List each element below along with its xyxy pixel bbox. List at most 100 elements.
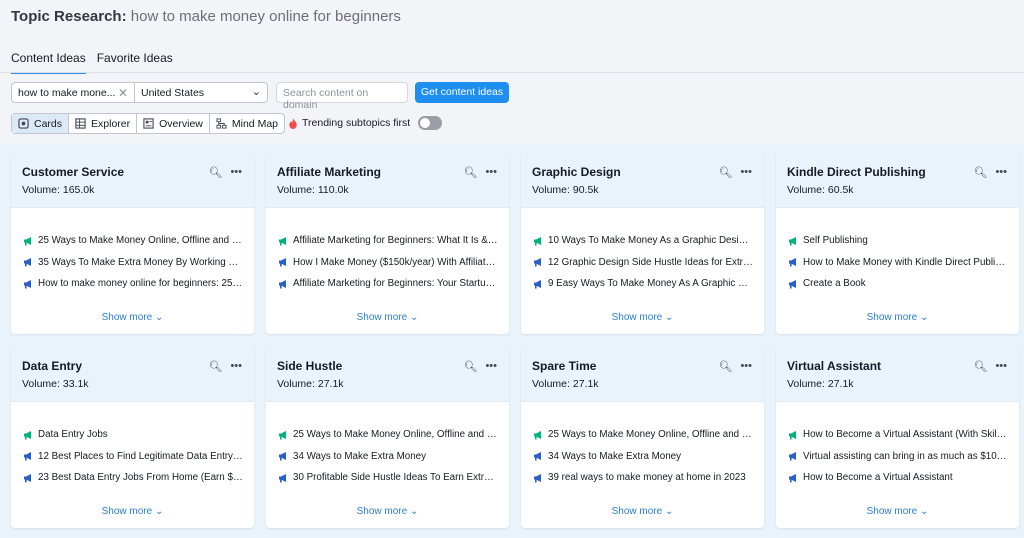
more-icon[interactable]: ••• [230,166,242,179]
list-item[interactable]: Self Publishing [788,230,1008,252]
more-icon[interactable]: ••• [740,360,752,373]
tab-favorite-ideas[interactable]: Favorite Ideas [97,51,173,74]
view-overview-button[interactable]: Overview [137,114,210,133]
view-mind-map-button[interactable]: Mind Map [210,114,284,133]
megaphone-icon [279,236,286,246]
search-icon[interactable]: 🔍︎ [718,166,732,179]
list-item[interactable]: 12 Graphic Design Side Hustle Ideas for … [533,252,753,274]
domain-search-input[interactable]: Search content on domain [276,82,408,111]
list-item[interactable]: How I Make Money ($150k/year) With Affil… [278,252,498,274]
list-item[interactable]: 39 real ways to make money at home in 20… [533,467,753,489]
megaphone-icon [789,452,796,461]
list-item[interactable]: How to Become a Virtual Assistant (With … [788,424,1008,446]
view-explorer-button[interactable]: Explorer [69,114,138,133]
show-more-label: Show more [866,312,918,323]
card-header: Side Hustle Volume: 27.1k 🔍︎ ••• [266,346,509,402]
search-icon[interactable]: 🔍︎ [208,166,222,179]
show-more-link[interactable]: Show more ⌄ [266,312,509,323]
card-volume: Volume: 110.0k [277,184,349,196]
chevron-down-icon: ⌄ [409,506,419,517]
show-more-label: Show more [611,506,663,517]
table-icon [75,118,86,129]
chevron-down-icon: ⌄ [919,312,929,323]
more-icon[interactable]: ••• [995,360,1007,373]
search-icon[interactable]: 🔍︎ [718,360,732,373]
list-item[interactable]: 34 Ways to Make Extra Money [533,446,753,468]
more-icon[interactable]: ••• [995,166,1007,179]
show-more-label: Show more [611,312,663,323]
list-item-text: 39 real ways to make money at home in 20… [548,472,746,484]
list-item[interactable]: 30 Profitable Side Hustle Ideas To Earn … [278,467,498,489]
show-more-link[interactable]: Show more ⌄ [521,506,764,517]
show-more-link[interactable]: Show more ⌄ [11,312,254,323]
show-more-link[interactable]: Show more ⌄ [11,506,254,517]
clear-icon[interactable]: ✕ [118,86,128,100]
trending-subtopics-toggle[interactable] [418,116,443,130]
megaphone-icon [24,430,31,440]
list-item[interactable]: Virtual assisting can bring in as much a… [788,446,1008,468]
more-icon[interactable]: ••• [740,166,752,179]
list-item-text: 23 Best Data Entry Jobs From Home (Earn … [38,472,243,484]
tab-divider [0,72,1024,73]
list-item[interactable]: Affiliate Marketing for Beginners: Your … [278,273,498,295]
list-item[interactable]: How to Become a Virtual Assistant [788,467,1008,489]
page-title-label: Topic Research: [11,8,127,25]
show-more-link[interactable]: Show more ⌄ [521,312,764,323]
list-item[interactable]: 23 Best Data Entry Jobs From Home (Earn … [23,467,243,489]
cards-icon [18,118,29,129]
show-more-label: Show more [356,312,408,323]
show-more-link[interactable]: Show more ⌄ [266,506,509,517]
list-item[interactable]: 25 Ways to Make Money Online, Offline an… [278,424,498,446]
list-item-text: 25 Ways to Make Money Online, Offline an… [38,235,243,247]
megaphone-icon [24,473,31,483]
list-item-text: How I Make Money ($150k/year) With Affil… [293,256,498,268]
keyword-input[interactable]: how to make mone... ✕ [11,82,135,103]
list-item[interactable]: Data Entry Jobs [23,424,243,446]
megaphone-icon [279,473,286,483]
tab-content-ideas[interactable]: Content Ideas [11,51,86,74]
more-icon[interactable]: ••• [485,360,497,373]
show-more-link[interactable]: Show more ⌄ [776,312,1019,323]
list-item[interactable]: Create a Book [788,273,1008,295]
more-icon[interactable]: ••• [485,166,497,179]
list-item[interactable]: How to make money online for beginners: … [23,273,243,295]
get-content-ideas-button[interactable]: Get content ideas [415,82,509,103]
card-header: Virtual Assistant Volume: 27.1k 🔍︎ ••• [776,346,1019,402]
chevron-down-icon: ⌄ [251,86,261,98]
list-item[interactable]: 25 Ways to Make Money Online, Offline an… [533,424,753,446]
card-volume: Volume: 27.1k [787,378,854,390]
list-item[interactable]: Affiliate Marketing for Beginners: What … [278,230,498,252]
view-switcher: Cards Explorer Overview Mind Map [11,113,285,134]
show-more-label: Show more [866,506,918,517]
view-cards-button[interactable]: Cards [12,114,70,133]
trending-subtopics-label: Trending subtopics first [302,117,411,129]
list-item-text: Affiliate Marketing for Beginners: What … [293,235,498,247]
list-item[interactable]: 25 Ways to Make Money Online, Offline an… [23,230,243,252]
list-item-text: How to Become a Virtual Assistant [803,472,953,484]
show-more-link[interactable]: Show more ⌄ [776,506,1019,517]
list-item[interactable]: 34 Ways to Make Extra Money [278,446,498,468]
trending-subtopics-control: Trending subtopics first [288,116,443,130]
more-icon[interactable]: ••• [230,360,242,373]
search-icon[interactable]: 🔍︎ [973,360,987,373]
list-item-text: 35 Ways To Make Extra Money By Working F… [38,256,243,268]
list-item[interactable]: 9 Easy Ways To Make Money As A Graphic D… [533,273,753,295]
list-item-text: 9 Easy Ways To Make Money As A Graphic D… [548,278,753,290]
search-icon[interactable]: 🔍︎ [973,166,987,179]
chevron-down-icon: ⌄ [919,506,929,517]
list-item[interactable]: How to Make Money with Kindle Direct Pub… [788,252,1008,274]
list-item-text: 10 Ways To Make Money As a Graphic Desig… [548,235,753,247]
list-item-text: 30 Profitable Side Hustle Ideas To Earn … [293,472,498,484]
list-item[interactable]: 10 Ways To Make Money As a Graphic Desig… [533,230,753,252]
topic-card: Graphic Design Volume: 90.5k 🔍︎ ••• 10 Wa… [521,152,764,334]
list-item[interactable]: 12 Best Places to Find Legitimate Data E… [23,446,243,468]
search-icon[interactable]: 🔍︎ [463,360,477,373]
country-select[interactable]: United States ⌄ [134,82,268,103]
list-item[interactable]: 35 Ways To Make Extra Money By Working F… [23,252,243,274]
search-icon[interactable]: 🔍︎ [463,166,477,179]
search-icon[interactable]: 🔍︎ [208,360,222,373]
chevron-down-icon: ⌄ [409,312,419,323]
chevron-down-icon: ⌄ [154,312,164,323]
megaphone-icon [789,236,796,246]
chevron-down-icon: ⌄ [664,312,674,323]
